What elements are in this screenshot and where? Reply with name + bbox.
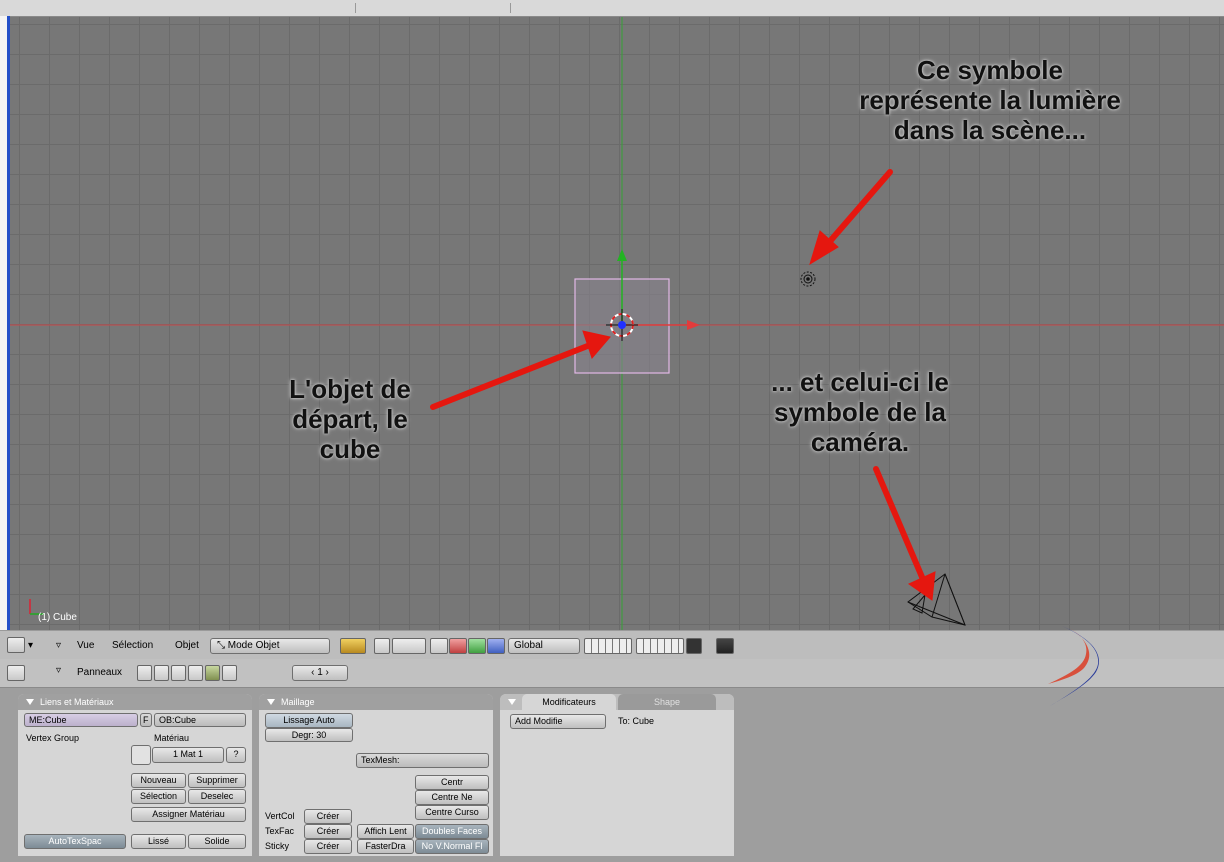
proportional-icon[interactable] (374, 638, 390, 654)
no-vnormal-flip-toggle[interactable]: No V.Normal Fl (415, 839, 489, 854)
editor-type-arrow[interactable]: ▾ (28, 637, 33, 655)
editing-icon[interactable] (205, 665, 220, 681)
scene-icon[interactable] (222, 665, 237, 681)
vertcol-label: VertCol (265, 811, 295, 821)
lock-icon[interactable] (686, 638, 702, 654)
mesh-name-field[interactable]: ME:Cube (24, 713, 138, 727)
center-button[interactable]: Centr (415, 775, 489, 790)
object-name-field[interactable]: OB:Cube (154, 713, 246, 727)
auto-smooth-toggle[interactable]: Lissage Auto (265, 713, 353, 728)
autotexspace-toggle[interactable]: AutoTexSpac (24, 834, 126, 849)
tab-modificateurs[interactable]: Modificateurs (522, 694, 616, 710)
material-index-field[interactable]: 1 Mat 1 (152, 747, 224, 763)
mode-icon: ⤡ (217, 640, 228, 651)
object-origin (618, 321, 626, 329)
arrow-to-lamp (822, 169, 893, 250)
texface-label: TexFac (265, 826, 295, 836)
double-sided-toggle[interactable]: Doubles Faces (415, 824, 489, 839)
sticky-label: Sticky (265, 841, 290, 851)
center-new-button[interactable]: Centre Ne (415, 790, 489, 805)
script-icon[interactable] (154, 665, 169, 681)
select-material-button[interactable]: Sélection (131, 789, 186, 804)
deselect-material-button[interactable]: Deselec (188, 789, 246, 804)
snap-icon[interactable] (392, 638, 426, 654)
menu-selection[interactable]: Sélection (112, 637, 153, 655)
assign-material-button[interactable]: Assigner Matériau (131, 807, 246, 822)
shading-icon[interactable] (171, 665, 186, 681)
buttons-window: ▿ Panneaux ‹ 1 › Liens et Matériaux ME:C… (0, 626, 1224, 862)
header-collapse-icon[interactable]: ▿ (56, 665, 61, 676)
mode-select-value: Mode Objet (227, 640, 280, 651)
fake-user-button[interactable]: F (140, 713, 152, 727)
mesh-panel-header[interactable]: Maillage (259, 694, 493, 710)
layers-11-20[interactable] (636, 638, 684, 654)
3d-viewport[interactable]: Ce symbole représente la lumière dans la… (10, 17, 1224, 630)
move-icon[interactable] (449, 638, 467, 654)
links-panel-title: Liens et Matériaux (40, 697, 114, 707)
logic-icon[interactable] (137, 665, 152, 681)
grid-icon[interactable] (7, 637, 25, 653)
links-materials-panel: Liens et Matériaux ME:Cube F OB:Cube Ver… (18, 694, 252, 856)
buttons-editor-icon[interactable] (7, 665, 25, 681)
mode-select[interactable]: ⤡ Mode Objet (210, 638, 330, 654)
menu-vue[interactable]: Vue (77, 637, 94, 655)
object-icon[interactable] (188, 665, 203, 681)
mesh-panel-title: Maillage (281, 697, 315, 707)
material-help-button[interactable]: ? (226, 747, 246, 763)
add-modifier-button[interactable]: Add Modifie (510, 714, 606, 729)
collapse-icon[interactable] (508, 699, 516, 705)
links-panel-header[interactable]: Liens et Matériaux (18, 694, 252, 710)
vertex-group-label: Vertex Group (26, 733, 80, 743)
faster-draw-toggle[interactable]: FasterDra (357, 839, 414, 854)
material-color-swatch[interactable] (131, 745, 151, 765)
rotate-icon[interactable] (468, 638, 486, 654)
arrow-to-cube (430, 342, 593, 410)
collapse-icon[interactable] (267, 699, 275, 705)
center-cursor-button[interactable]: Centre Curso (415, 805, 489, 820)
arrow-to-camera (873, 466, 925, 580)
degree-field[interactable]: Degr: 30 (265, 728, 353, 742)
strip-divider (355, 3, 356, 13)
top-menu-strip (0, 0, 1224, 17)
panels-label: Panneaux (77, 667, 123, 678)
material-label: Matériau (154, 733, 190, 743)
create-sticky-button[interactable]: Créer (304, 839, 352, 854)
annotation-camera: ... et celui-ci le symbole de la caméra. (771, 367, 949, 457)
annotation-light: Ce symbole représente la lumière dans la… (859, 55, 1121, 145)
hand-icon[interactable] (430, 638, 448, 654)
layers-1-10[interactable] (584, 638, 632, 654)
to-object-label: To: Cube (618, 716, 655, 726)
orientation-select[interactable]: Global (508, 638, 580, 654)
pivot-icon[interactable] (340, 638, 366, 654)
tab-shape[interactable]: Shape (618, 694, 716, 710)
scale-icon[interactable] (487, 638, 505, 654)
texmesh-field[interactable]: TexMesh: (356, 753, 489, 768)
header-collapse-icon[interactable]: ▿ (56, 637, 61, 655)
create-vertcol-button[interactable]: Créer (304, 809, 352, 824)
lamp-center (806, 277, 810, 281)
frame-field[interactable]: ‹ 1 › (292, 665, 348, 681)
modifiers-panel: Modificateurs Shape Add Modifie To: Cube (500, 694, 734, 856)
strip-divider (510, 3, 511, 13)
set-solid-button[interactable]: Solide (188, 834, 246, 849)
collapse-icon[interactable] (26, 699, 34, 705)
render-icon[interactable] (716, 638, 734, 654)
set-smooth-button[interactable]: Lissé (131, 834, 186, 849)
menu-objet[interactable]: Objet (175, 637, 199, 655)
new-material-button[interactable]: Nouveau (131, 773, 186, 788)
create-texface-button[interactable]: Créer (304, 824, 352, 839)
active-object-label: (1) Cube (38, 612, 77, 623)
mesh-panel: Maillage Lissage Auto Degr: 30 TexMesh: … (259, 694, 493, 856)
y-manipulator-head[interactable] (617, 249, 627, 261)
delete-material-button[interactable]: Supprimer (188, 773, 246, 788)
site-logo (1048, 626, 1099, 706)
x-manipulator-head[interactable] (687, 320, 700, 330)
annotation-cube: L'objet de départ, le cube (289, 374, 411, 464)
frame-next-icon[interactable]: › (323, 667, 329, 678)
slow-draw-toggle[interactable]: Affich Lent (357, 824, 414, 839)
